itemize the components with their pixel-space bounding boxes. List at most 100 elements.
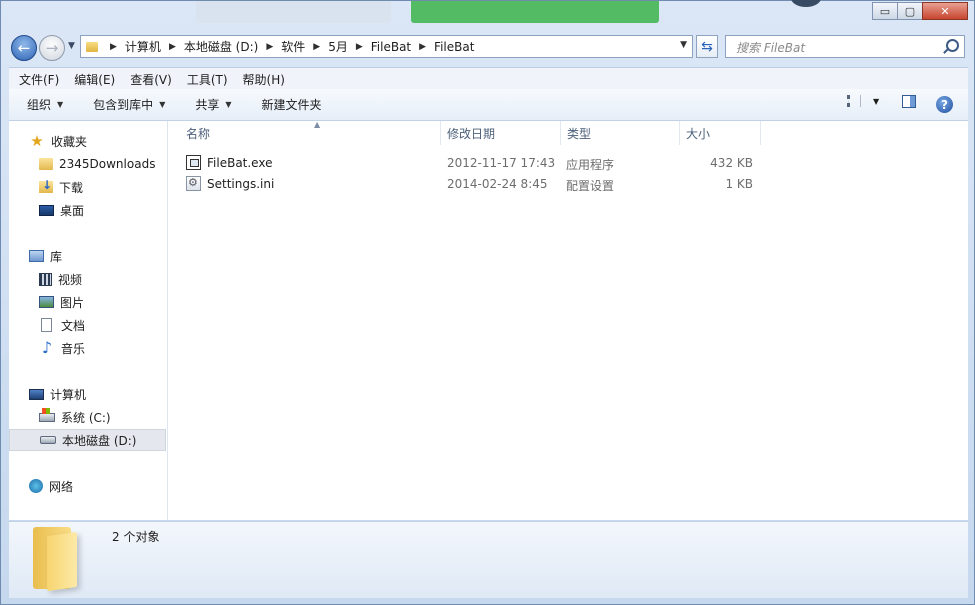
- folder-icon: [39, 158, 53, 170]
- sidebar-item-label: 2345Downloads: [59, 157, 156, 171]
- sidebar-item-label: 网络: [49, 479, 74, 494]
- change-view-button[interactable]: ▼: [847, 95, 879, 107]
- breadcrumb-separator[interactable]: ▶: [419, 42, 426, 52]
- search-box[interactable]: [725, 35, 965, 58]
- chevron-down-icon: ▼: [873, 96, 880, 106]
- sidebar-item-label: 本地磁盘 (D:): [62, 433, 137, 448]
- command-bar: 组织 ▼ 包含到库中 ▼ 共享 ▼ 新建文件夹 ▼ ?: [9, 89, 968, 121]
- minimize-button[interactable]: ▭: [872, 2, 898, 20]
- search-input[interactable]: [734, 37, 938, 58]
- breadcrumb-filebat[interactable]: FileBat: [371, 40, 411, 54]
- sidebar-item-libraries[interactable]: 库: [29, 245, 187, 267]
- library-icon: [29, 250, 44, 262]
- breadcrumb-computer[interactable]: 计算机: [125, 38, 161, 55]
- system-drive-icon: [39, 407, 55, 422]
- file-row-settings-ini[interactable]: Settings.ini 2014-02-24 8:45 配置设置 1 KB: [168, 174, 968, 195]
- large-folder-icon: [33, 527, 77, 592]
- chevron-down-icon: ▼: [159, 100, 166, 109]
- sidebar-item-drive-d[interactable]: 本地磁盘 (D:): [9, 429, 166, 451]
- computer-icon: [29, 388, 44, 400]
- sidebar-item-favorites[interactable]: ★ 收藏夹: [29, 130, 187, 152]
- breadcrumb-separator[interactable]: ▶: [266, 42, 273, 52]
- new-folder-button[interactable]: 新建文件夹: [262, 96, 322, 113]
- file-size: 1 KB: [725, 177, 753, 191]
- column-header-label: 名称: [186, 126, 211, 141]
- navigation-bar: ← → ▼ ▶ 计算机 ▶ 本地磁盘 (D:) ▶ 软件 ▶ 5月 ▶ File…: [1, 32, 974, 62]
- back-button[interactable]: ←: [11, 35, 37, 61]
- preview-pane-icon: [902, 95, 916, 108]
- network-icon: [29, 479, 43, 493]
- include-in-library-button[interactable]: 包含到库中 ▼: [93, 96, 165, 113]
- breadcrumb-separator[interactable]: ▶: [313, 42, 320, 52]
- exe-icon: [186, 155, 201, 170]
- close-button[interactable]: ✕: [922, 2, 968, 20]
- organize-label: 组织: [27, 98, 52, 112]
- maximize-button[interactable]: ▢: [897, 2, 923, 20]
- star-icon: ★: [30, 132, 44, 150]
- downloads-folder-icon: [39, 178, 53, 193]
- sidebar-item-label: 视频: [58, 272, 83, 287]
- organize-button[interactable]: 组织 ▼: [27, 96, 63, 113]
- recent-pages-dropdown[interactable]: ▼: [68, 41, 75, 51]
- file-name: FileBat.exe: [207, 156, 273, 170]
- breadcrumb-software[interactable]: 软件: [281, 38, 305, 55]
- help-button[interactable]: ?: [936, 96, 953, 113]
- sidebar-item-label: 收藏夹: [51, 134, 88, 149]
- file-row-filebat-exe[interactable]: FileBat.exe 2012-11-17 17:43 应用程序 432 KB: [168, 153, 968, 174]
- preview-pane-button[interactable]: [902, 95, 916, 108]
- breadcrumb-filebat-current[interactable]: FileBat: [434, 40, 474, 54]
- help-icon: ?: [936, 96, 953, 113]
- menu-view[interactable]: 查看(V): [125, 71, 177, 88]
- include-in-library-label: 包含到库中: [93, 98, 154, 112]
- chevron-down-icon: ▼: [57, 100, 64, 109]
- menu-bar: 文件(F) 编辑(E) 查看(V) 工具(T) 帮助(H): [9, 67, 968, 90]
- sidebar-item-label: 图片: [60, 295, 85, 310]
- title-bar: ▭ ▢ ✕: [1, 0, 974, 31]
- share-label: 共享: [195, 98, 220, 112]
- file-type: 应用程序: [566, 158, 615, 172]
- details-pane: 2 个对象: [9, 521, 968, 598]
- sidebar-item-label: 文档: [61, 318, 86, 333]
- sidebar-item-label: 下载: [59, 180, 84, 195]
- sidebar-item-network[interactable]: 网络: [29, 475, 187, 497]
- file-modified: 2014-02-24 8:45: [447, 177, 548, 191]
- sidebar-item-label: 计算机: [50, 387, 87, 402]
- breadcrumb-may[interactable]: 5月: [328, 38, 348, 55]
- file-type: 配置设置: [566, 179, 615, 193]
- refresh-button[interactable]: ⇆: [696, 35, 718, 58]
- window-controls: ▭ ▢ ✕: [872, 2, 968, 20]
- background-window-fragment-green: [411, 1, 659, 23]
- navigation-pane: ★ 收藏夹 2345Downloads 下载 桌面 库 视频 图片: [9, 121, 168, 520]
- breadcrumb-separator[interactable]: ▶: [110, 42, 117, 52]
- file-size: 432 KB: [710, 156, 753, 170]
- view-details-icon: [847, 95, 861, 107]
- column-header-modified[interactable]: 修改日期: [441, 121, 561, 145]
- hard-drive-icon: [40, 436, 56, 444]
- column-header-name[interactable]: 名称 ▲: [178, 120, 441, 145]
- file-modified: 2012-11-17 17:43: [447, 156, 556, 170]
- column-header-size[interactable]: 大小: [680, 121, 761, 145]
- search-icon[interactable]: [946, 39, 959, 52]
- sidebar-item-computer[interactable]: 计算机: [29, 383, 187, 405]
- menu-file[interactable]: 文件(F): [14, 71, 64, 88]
- column-header-type[interactable]: 类型: [561, 121, 680, 145]
- file-name: Settings.ini: [207, 177, 275, 191]
- menu-help[interactable]: 帮助(H): [238, 71, 290, 88]
- file-list: 名称 ▲ 修改日期 类型 大小 FileBat.exe 2012-11-17 1…: [168, 120, 968, 520]
- sidebar-item-label: 桌面: [60, 203, 85, 218]
- music-note-icon: ♪: [41, 338, 53, 357]
- menu-edit[interactable]: 编辑(E): [69, 71, 120, 88]
- sidebar-item-label: 库: [50, 249, 63, 264]
- address-bar[interactable]: ▶ 计算机 ▶ 本地磁盘 (D:) ▶ 软件 ▶ 5月 ▶ FileBat ▶ …: [80, 35, 693, 58]
- explorer-window: ▭ ▢ ✕ ← → ▼ ▶ 计算机 ▶ 本地磁盘 (D:) ▶ 软件 ▶ 5月 …: [0, 0, 975, 605]
- menu-tools[interactable]: 工具(T): [182, 71, 233, 88]
- breadcrumb-separator[interactable]: ▶: [356, 42, 363, 52]
- breadcrumb-separator[interactable]: ▶: [169, 42, 176, 52]
- background-window-fragment: [196, 1, 391, 23]
- share-button[interactable]: 共享 ▼: [195, 96, 231, 113]
- arrow-right-icon: →: [45, 39, 59, 57]
- breadcrumb-drive-d[interactable]: 本地磁盘 (D:): [184, 38, 258, 55]
- forward-button[interactable]: →: [39, 35, 65, 61]
- arrow-left-icon: ←: [17, 39, 31, 57]
- address-history-dropdown[interactable]: ▼: [680, 40, 687, 50]
